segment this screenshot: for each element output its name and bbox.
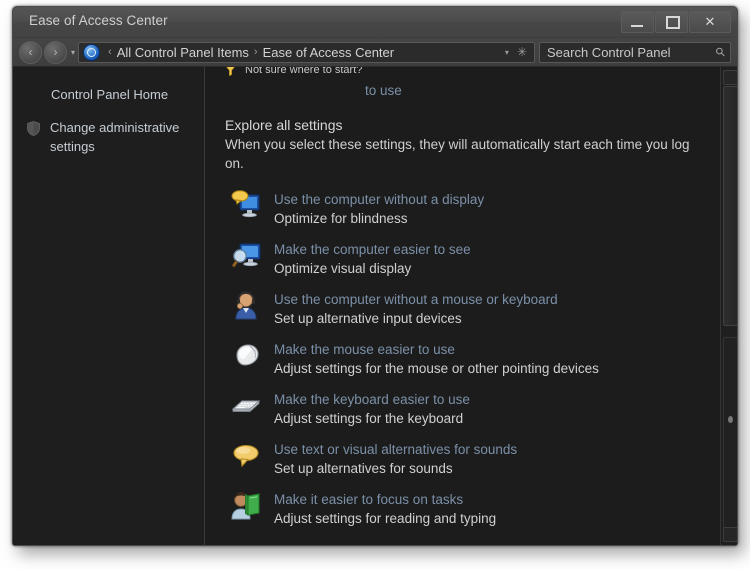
window-body: Control Panel Home Change administrative… — [13, 67, 737, 545]
list-item[interactable]: Make it easier to focus on tasks Adjust … — [225, 489, 737, 529]
list-item[interactable]: Use the computer without a display Optim… — [225, 189, 737, 229]
list-item[interactable]: Make the keyboard easier to use Adjust s… — [225, 389, 737, 429]
breadcrumb-item-all-control-panel-items[interactable]: All Control Panel Items — [117, 45, 249, 60]
sidebar: Control Panel Home Change administrative… — [13, 67, 205, 545]
sidebar-item-change-administrative-settings[interactable]: Change administrative settings — [13, 118, 204, 156]
list-item-description: Set up alternative input devices — [274, 311, 462, 326]
close-button[interactable]: ✕ — [689, 11, 731, 33]
recent-pages-chevron-down-icon[interactable]: ▾ — [71, 48, 75, 57]
list-item-description: Adjust settings for the keyboard — [274, 411, 464, 426]
explore-all-settings-description: When you select these settings, they wil… — [225, 137, 690, 171]
content-pane: Not sure where to start? to use Explore … — [205, 67, 737, 545]
link-make-computer-easier-to-see[interactable]: Make the computer easier to see — [274, 240, 471, 259]
vertical-scrollbar[interactable] — [720, 67, 737, 545]
sidebar-item-label: Change administrative settings — [50, 120, 180, 154]
list-item-description: Adjust settings for the mouse or other p… — [274, 361, 599, 376]
back-icon: ‹ — [28, 44, 33, 59]
sidebar-item-control-panel-home[interactable]: Control Panel Home — [13, 85, 204, 104]
mouse-icon — [236, 344, 259, 366]
link-make-mouse-easier-to-use[interactable]: Make the mouse easier to use — [274, 340, 455, 359]
close-icon: ✕ — [704, 14, 716, 29]
content-inner: Not sure where to start? to use Explore … — [205, 67, 737, 529]
list-item-texts: Use text or visual alternatives for soun… — [274, 439, 517, 479]
link-use-text-or-visual-alternatives-for-sounds[interactable]: Use text or visual alternatives for soun… — [274, 440, 517, 459]
person-book-icon — [231, 492, 260, 520]
list-item[interactable]: Use text or visual alternatives for soun… — [225, 439, 737, 479]
list-item-texts: Use the computer without a mouse or keyb… — [274, 289, 558, 329]
search-box[interactable]: ⚲ — [539, 41, 731, 63]
window-titlebar[interactable]: Ease of Access Center ✕ — [13, 7, 737, 38]
clipped-hint-row: Not sure where to start? — [225, 67, 737, 81]
scrollbar-thumb[interactable] — [723, 86, 737, 326]
list-item[interactable]: Use the computer without a mouse or keyb… — [225, 289, 737, 329]
list-item-texts: Make the mouse easier to use Adjust sett… — [274, 339, 599, 379]
monitor-narrator-icon — [231, 190, 260, 218]
list-item-description: Set up alternatives for sounds — [274, 461, 453, 476]
link-use-computer-without-mouse-or-keyboard[interactable]: Use the computer without a mouse or keyb… — [274, 290, 558, 309]
ease-of-access-center-window: Ease of Access Center ✕ ‹ › ▾ ‹ All Cont… — [12, 6, 738, 546]
sidebar-item-label: Control Panel Home — [51, 87, 169, 102]
scroll-down-button[interactable] — [723, 527, 737, 542]
list-item-description: Adjust settings for reading and typing — [274, 511, 497, 526]
keyboard-icon — [231, 400, 261, 413]
desktop-background: Ease of Access Center ✕ ‹ › ▾ ‹ All Cont… — [0, 0, 750, 569]
settings-list: Use the computer without a display Optim… — [225, 189, 737, 529]
navigation-bar: ‹ › ▾ ‹ All Control Panel Items › Ease o… — [13, 38, 737, 67]
link-use-computer-without-display[interactable]: Use the computer without a display — [274, 190, 484, 209]
refresh-icon[interactable]: ✳ — [517, 45, 530, 59]
monitor-magnifier-icon — [231, 243, 261, 268]
shield-icon — [27, 121, 40, 136]
scrollbar-track-lower[interactable] — [723, 337, 737, 539]
list-item[interactable]: Make the mouse easier to use Adjust sett… — [225, 339, 737, 379]
hint-row[interactable]: Not sure where to start? — [225, 67, 362, 76]
list-item-texts: Make the computer easier to see Optimize… — [274, 239, 471, 279]
list-item-texts: Use the computer without a display Optim… — [274, 189, 484, 229]
scroll-up-button[interactable] — [723, 70, 737, 85]
back-button[interactable]: ‹ — [19, 40, 42, 64]
explore-all-settings-heading: Explore all settings — [225, 117, 343, 133]
list-item[interactable]: Make the computer easier to see Optimize… — [225, 239, 737, 279]
window-controls: ✕ — [621, 11, 731, 33]
hint-text: Not sure where to start? — [245, 67, 363, 76]
window-title: Ease of Access Center — [29, 13, 168, 28]
search-input[interactable] — [545, 43, 717, 61]
forward-icon: › — [53, 44, 58, 59]
breadcrumb-leading-separator: ‹ — [108, 46, 112, 58]
minimize-icon — [631, 25, 643, 27]
list-item-description: Optimize for blindness — [274, 211, 408, 226]
link-make-it-easier-to-focus-on-tasks[interactable]: Make it easier to focus on tasks — [274, 490, 463, 509]
breadcrumb-separator: › — [253, 46, 258, 58]
minimize-button[interactable] — [621, 11, 654, 33]
maximize-icon — [666, 16, 680, 29]
speech-bubble-icon — [233, 444, 259, 468]
maximize-button[interactable] — [655, 11, 688, 33]
breadcrumb-item-ease-of-access-center[interactable]: Ease of Access Center — [263, 45, 395, 60]
list-item-description: Optimize visual display — [274, 261, 412, 276]
clipped-link-fragment[interactable]: to use — [365, 81, 737, 100]
link-make-keyboard-easier-to-use[interactable]: Make the keyboard easier to use — [274, 390, 470, 409]
forward-button[interactable]: › — [44, 40, 67, 64]
address-bar[interactable]: ‹ All Control Panel Items › Ease of Acce… — [78, 41, 535, 63]
address-chevron-down-icon[interactable]: ▾ — [505, 48, 517, 57]
list-item-texts: Make it easier to focus on tasks Adjust … — [274, 489, 496, 529]
list-item-texts: Make the keyboard easier to use Adjust s… — [274, 389, 470, 429]
funnel-icon — [226, 67, 235, 76]
control-panel-icon — [83, 43, 101, 61]
person-headset-icon — [235, 291, 257, 320]
